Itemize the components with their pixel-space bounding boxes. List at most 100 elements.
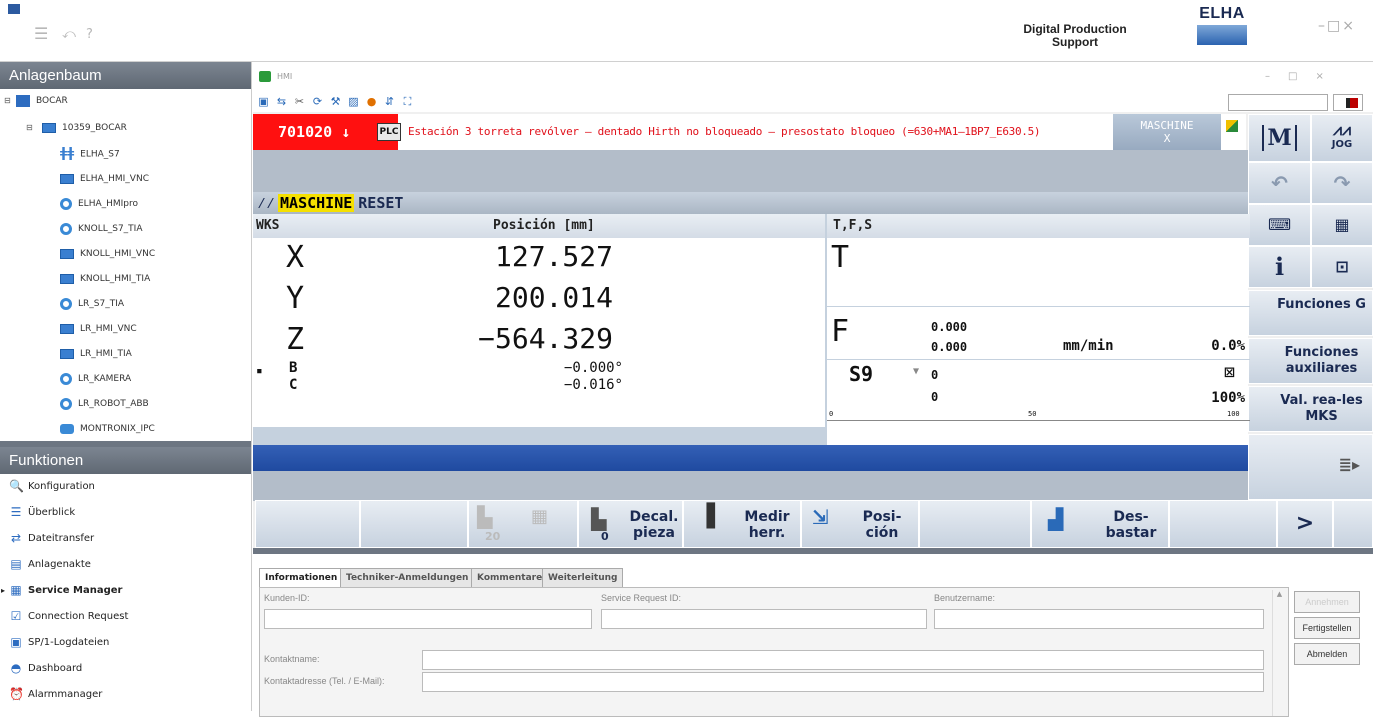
hmi-app-icon (259, 71, 271, 82)
tab-informationen[interactable]: Informationen (259, 568, 344, 588)
softkey-decal-pieza[interactable]: ▙ 0 Decal. pieza (578, 500, 683, 548)
refresh-icon[interactable]: ⟳ (311, 95, 324, 108)
softkey-h7[interactable] (919, 500, 1031, 548)
tools-icon[interactable]: ⚒ (329, 95, 342, 108)
func-alarmmanager[interactable]: ⏰ Alarmmanager (0, 682, 251, 708)
benutzername-field[interactable] (934, 609, 1264, 629)
wks-label: WKS (256, 218, 280, 233)
tree-label: KNOLL_HMI_TIA (80, 274, 151, 284)
func-sp1-logdateien[interactable]: ▣ SP/1-Logdateien (0, 630, 251, 656)
minimize-icon[interactable]: – (1265, 71, 1288, 82)
service-request-field[interactable] (601, 609, 927, 629)
image-icon[interactable]: ▨ (347, 95, 360, 108)
close-icon[interactable]: × (1342, 18, 1356, 34)
expand-icon[interactable]: ⊟ (26, 116, 33, 140)
expand-icon[interactable]: ⊟ (4, 89, 11, 113)
hmi-search-input[interactable] (1228, 94, 1328, 111)
softkey-desbastar[interactable]: ▟ Des-bastar (1031, 500, 1169, 548)
scroll-up-icon[interactable]: ▲ (1273, 590, 1286, 598)
tree-item-lr-kamera[interactable]: LR_KAMERA (60, 367, 131, 391)
func-dashboard[interactable]: ◓ Dashboard (0, 656, 251, 682)
tree-item-lr-hmi-tia[interactable]: LR_HMI_TIA (60, 342, 132, 366)
func-anlagenakte[interactable]: ▤ Anlagenakte (0, 552, 251, 578)
feed-setpoint: 0.000 (931, 340, 968, 354)
tree-item-bocar[interactable]: ⊟ BOCAR (4, 89, 68, 113)
alarm-text[interactable]: Estación 3 torreta revólver – dentado Hi… (408, 114, 1108, 150)
softkey-info[interactable]: i (1248, 246, 1311, 288)
tab-techniker-anmeldungen[interactable]: Techniker-Anmeldungen (340, 568, 475, 588)
softkey-expand[interactable]: ≣▸ (1248, 434, 1373, 500)
softkey-h2[interactable] (360, 500, 468, 548)
func-konfiguration[interactable]: 🔍 Konfiguration (0, 474, 251, 500)
help-icon[interactable]: ? (86, 27, 93, 42)
softkey-h1[interactable] (255, 500, 360, 548)
screen-icon[interactable]: ▣ (257, 95, 270, 108)
func-connection-request[interactable]: ☑ Connection Request (0, 604, 251, 630)
kontaktadresse-field[interactable] (422, 672, 1264, 692)
softkey-medir-herr[interactable]: ▐ Medir herr. (683, 500, 801, 548)
softkey-funciones-g[interactable]: Funciones G (1248, 290, 1373, 336)
tree-item-elha-hmi-vnc[interactable]: ELHA_HMI_VNC (60, 167, 149, 191)
minimize-icon[interactable]: – (1318, 18, 1327, 34)
softkey-h9[interactable] (1169, 500, 1277, 548)
record-icon[interactable]: ● (365, 95, 378, 108)
softkey-jog[interactable]: ⩘⩘ JOG (1311, 114, 1373, 162)
func-service-manager[interactable]: ▸ ▦ Service Manager (0, 578, 251, 604)
cut-icon[interactable]: ✂ (293, 95, 306, 108)
func-dateitransfer[interactable]: ⇄ Dateitransfer (0, 526, 251, 552)
slash-icon: ⁄⁄ (257, 194, 276, 212)
logo-text: ELHA (1199, 5, 1245, 22)
tree-item-montronix-ipc[interactable]: MONTRONIX_IPC (60, 417, 155, 441)
axis-name-c: C (289, 377, 298, 393)
dropdown-arrow-icon[interactable]: ▼ (913, 366, 919, 377)
keyboard-icon: ⌨ (1267, 215, 1292, 234)
maximize-icon[interactable]: □ (1288, 71, 1315, 82)
spindle-actual: 0 (931, 368, 939, 382)
fertigstellen-button[interactable]: Fertigstellen (1294, 617, 1360, 639)
maximize-icon[interactable]: □ (1327, 18, 1342, 34)
tree-item-lr-robot-abb[interactable]: LR_ROBOT_ABB (60, 392, 149, 416)
softkey-redo[interactable]: ↷ (1311, 162, 1373, 204)
softkey-keyboard[interactable]: ⌨ (1248, 204, 1311, 246)
tree-item-elha-s7[interactable]: ǂǂ ELHA_S7 (60, 142, 120, 166)
kontaktname-field[interactable] (422, 650, 1264, 670)
func-uberblick[interactable]: ☰ Überblick (0, 500, 251, 526)
tree-item-10359-bocar[interactable]: ⊟ 10359_BOCAR (26, 116, 127, 140)
tab-weiterleitung[interactable]: Weiterleitung (542, 568, 624, 588)
grid-icon: ▦ (531, 506, 549, 527)
tree-item-knoll-s7-tia[interactable]: KNOLL_S7_TIA (60, 217, 143, 241)
annehmen-button[interactable]: Annehmen (1294, 591, 1360, 613)
transfer-icon[interactable]: ⇵ (383, 95, 396, 108)
fullscreen-icon[interactable]: ⛶ (401, 95, 414, 108)
softkey-funciones-auxiliares[interactable]: Funciones auxiliares (1248, 338, 1373, 384)
back-icon[interactable]: ⤺ (62, 27, 76, 42)
softkey-h11[interactable] (1333, 500, 1373, 548)
softkey-calculator[interactable]: ▦ (1311, 204, 1373, 246)
softkey-camera[interactable]: ⊡ (1311, 246, 1373, 288)
form-scrollbar[interactable]: ▲ (1272, 590, 1286, 716)
softkey-val-reales[interactable]: Val. rea-les MKS (1248, 386, 1373, 432)
softkey-next[interactable]: > (1277, 500, 1333, 548)
abmelden-button[interactable]: Abmelden (1294, 643, 1360, 665)
softkey-posicion[interactable]: ⇲ Posi-ción (801, 500, 919, 548)
softkey-h3[interactable]: ▙ 20 ▦ (468, 500, 578, 548)
log-file-icon: ▣ (10, 635, 22, 649)
close-icon[interactable]: × (1315, 71, 1341, 82)
gauge-icon: ◓ (10, 661, 22, 675)
feed-actual: 0.000 (931, 320, 968, 334)
softkey-m[interactable]: M (1248, 114, 1311, 162)
language-selector[interactable] (1333, 94, 1363, 111)
tree-item-lr-hmi-vnc[interactable]: LR_HMI_VNC (60, 317, 137, 341)
tab-kommentare[interactable]: Kommentare (471, 568, 549, 588)
tree-item-elha-hmipro[interactable]: ELHA_HMIpro (60, 192, 138, 216)
brand-text: Digital Production Support (1010, 23, 1140, 49)
kunden-id-field[interactable] (264, 609, 592, 629)
menu-icon[interactable]: ☰ (34, 24, 48, 43)
tree-item-knoll-hmi-tia[interactable]: KNOLL_HMI_TIA (60, 267, 150, 291)
connect-icon[interactable]: ⇆ (275, 95, 288, 108)
tree-item-lr-s7-tia[interactable]: LR_S7_TIA (60, 292, 124, 316)
softkey-label: Posi-ción (862, 509, 902, 541)
tree-item-knoll-hmi-vnc[interactable]: KNOLL_HMI_VNC (60, 242, 155, 266)
spindle-name[interactable]: S9 (849, 362, 873, 386)
softkey-undo[interactable]: ↶ (1248, 162, 1311, 204)
